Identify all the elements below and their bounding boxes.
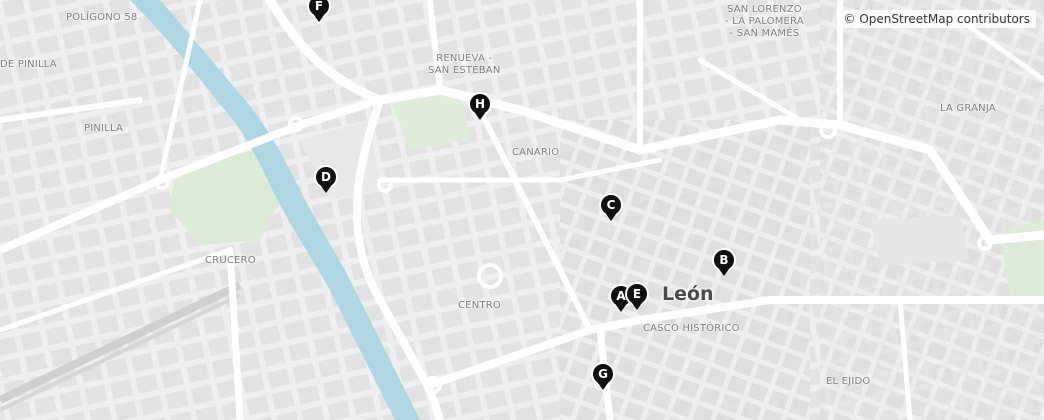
city-label: León	[662, 283, 714, 305]
map-base-layer	[0, 0, 1044, 420]
district-label-la-granja: LA GRANJA	[940, 103, 996, 114]
map-marker-e[interactable]: E	[625, 282, 649, 312]
district-label-canario: CANARIO	[512, 147, 560, 158]
map-marker-c[interactable]: C	[599, 193, 623, 223]
district-label-casco-historico: CASCO HISTÓRICO	[643, 323, 740, 334]
district-label-san-lorenzo: SAN LORENZO - LA PALOMERA - SAN MAMÉS	[725, 4, 804, 39]
district-label-poligono: POLÍGONO 58	[66, 12, 138, 23]
district-label-pinilla: PINILLA	[84, 123, 124, 134]
map-attribution[interactable]: © OpenStreetMap contributors	[837, 10, 1036, 28]
map-marker-b[interactable]: B	[712, 248, 736, 278]
map-marker-f[interactable]: F	[307, 0, 331, 24]
map-marker-g[interactable]: G	[591, 362, 615, 392]
map-marker-d[interactable]: D	[314, 165, 338, 195]
district-label-renueva: RENUEVA - SAN ESTEBAN	[428, 53, 501, 76]
map-marker-h[interactable]: H	[468, 92, 492, 122]
district-label-centro: CENTRO	[458, 300, 501, 311]
map-canvas[interactable]: POLÍGONO 58 DE PINILLA PINILLA CRUCERO R…	[0, 0, 1044, 420]
district-label-pinilla-de: DE PINILLA	[0, 59, 57, 70]
district-label-crucero: CRUCERO	[205, 255, 256, 266]
district-label-el-ejido: EL EJIDO	[826, 376, 871, 387]
